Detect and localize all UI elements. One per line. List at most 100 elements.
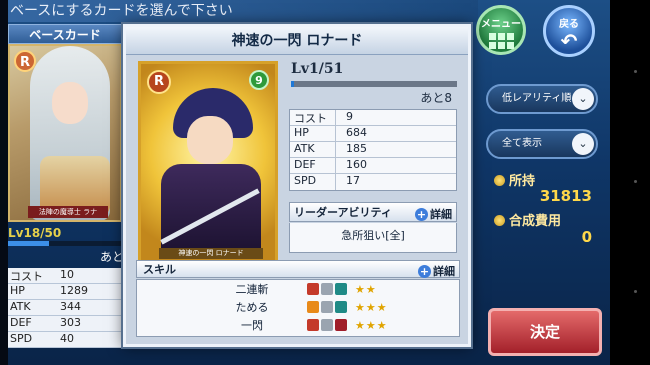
stat-label: コスト	[290, 110, 336, 125]
skill-name: 一閃	[241, 319, 263, 332]
stat-label: DEF	[290, 158, 336, 173]
gray-element-icon	[321, 283, 333, 295]
bezel-dot	[634, 70, 637, 73]
grid-icon	[479, 33, 523, 49]
stat-label: ATK	[290, 142, 336, 157]
leader-ability-title: リーダーアビリティ	[294, 206, 392, 219]
fire-icon	[307, 301, 319, 313]
chevron-down-icon: ⌄	[572, 133, 594, 155]
card-detail-modal[interactable]: 神速の一閃 ロナード R 9 神速の一閃 ロナード Lv1/51 あと8 コスト…	[123, 24, 471, 347]
card-nameplate: 神速の一閃 ロナード	[159, 248, 263, 259]
base-card-header: ベースカード	[8, 24, 122, 44]
coin-icon	[494, 215, 505, 226]
stat-value: 160	[346, 158, 367, 171]
back-arrow-icon: ↶	[560, 29, 578, 53]
owned-value: 31813	[539, 187, 592, 205]
base-stat-row: SPD 40	[8, 332, 122, 348]
stat-value: 10	[60, 268, 74, 281]
base-stat-row: HP 1289	[8, 284, 122, 300]
base-level-bar-fill	[8, 241, 50, 246]
owned-label-text: 所持	[509, 174, 536, 189]
base-stat-row: ATK 344	[8, 300, 122, 316]
base-card-face	[52, 82, 88, 124]
skills-title: スキル	[143, 263, 176, 276]
remain-text: あと8	[420, 91, 452, 105]
leader-ability-header: リーダーアビリティ + 詳細	[289, 202, 457, 222]
stat-label: HP	[290, 126, 336, 141]
base-stats-table: コスト 10 HP 1289 ATK 344 DEF 303 SPD 40	[8, 268, 122, 348]
screen-bezel-right	[610, 0, 650, 365]
teal-element-icon	[335, 283, 347, 295]
stat-value: 303	[60, 316, 81, 329]
bezel-dot	[634, 290, 637, 293]
bezel-dot	[634, 180, 637, 183]
filter-select[interactable]: 全て表示 ⌄	[486, 129, 598, 159]
plus-icon: +	[418, 265, 431, 278]
level-text: Lv1/51	[291, 61, 344, 77]
skill-row: 二連斬 ★★	[137, 280, 459, 298]
skills-detail-label: 詳細	[433, 265, 455, 278]
base-card-nameplate: 法陣の魔導士 ラナ	[28, 206, 108, 218]
fusion-cost-label: 合成費用	[494, 210, 561, 229]
chevron-down-icon: ⌄	[572, 88, 594, 110]
stat-label: コスト	[10, 270, 43, 283]
page-indicator	[300, 356, 321, 365]
back-button[interactable]: 戻る ↶	[543, 5, 595, 57]
card-title: 神速の一閃 ロナード	[126, 27, 468, 55]
sword-icon	[307, 319, 319, 331]
leader-detail-label: 詳細	[430, 208, 452, 221]
stat-row: ATK 185	[290, 142, 456, 158]
stat-value: 344	[60, 300, 81, 313]
skills-list: 二連斬 ★★ ためる ★★★ 一閃 ★★★	[136, 279, 460, 337]
instruction-text: ベースにするカードを選んで下さい	[8, 0, 478, 22]
base-card-image[interactable]: R 法陣の魔導士 ラナ	[8, 44, 122, 222]
back-label: 戻る	[559, 19, 579, 30]
skills-header: スキル + 詳細	[136, 260, 460, 278]
base-level-text: Lv18/50	[8, 226, 62, 240]
stat-value: 684	[346, 126, 367, 139]
filter-select-label: 全て表示	[502, 138, 542, 149]
stat-label: SPD	[290, 174, 336, 190]
stat-label: ATK	[10, 300, 31, 313]
card-artwork: R 9 神速の一閃 ロナード	[138, 61, 278, 263]
base-stat-row: コスト 10	[8, 268, 122, 284]
gray-element-icon	[321, 301, 333, 313]
stat-value: 17	[346, 174, 360, 187]
skill-row: ためる ★★★	[137, 298, 459, 316]
stat-label: HP	[10, 284, 25, 297]
skill-rating-stars: ★★★	[355, 318, 388, 332]
cost-badge: 9	[249, 70, 269, 90]
sort-select[interactable]: 低レアリティ順 ⌄	[486, 84, 598, 114]
stat-row: HP 684	[290, 126, 456, 142]
stat-value: 185	[346, 142, 367, 155]
skill-rating-stars: ★★★	[355, 300, 388, 314]
leader-ability-text: 急所狙い[全]	[289, 223, 457, 253]
stat-label: SPD	[10, 332, 33, 345]
base-level-bar	[8, 241, 122, 246]
leader-detail-button[interactable]: + 詳細	[415, 205, 452, 225]
sort-select-label: 低レアリティ順	[502, 93, 572, 104]
skill-name: ためる	[235, 301, 269, 314]
level-bar-fill	[291, 81, 295, 87]
menu-button[interactable]: メニュー	[476, 5, 526, 55]
base-stat-row: DEF 303	[8, 316, 122, 332]
gray-element-icon	[321, 319, 333, 331]
rarity-badge: R	[147, 70, 171, 94]
stat-value: 9	[346, 110, 353, 123]
red-element-icon	[335, 319, 347, 331]
skill-rating-stars: ★★	[355, 282, 377, 296]
skill-row: 一閃 ★★★	[137, 316, 459, 334]
stat-row: SPD 17	[290, 174, 456, 190]
teal-element-icon	[335, 301, 347, 313]
game-screen: ベースにするカードを選んで下さい ベースカード R 法陣の魔導士 ラナ Lv18…	[0, 0, 650, 365]
fusion-cost-label-text: 合成費用	[509, 214, 562, 229]
decide-button[interactable]: 決定	[488, 308, 602, 356]
plus-icon: +	[415, 208, 428, 221]
screen-bezel-left	[0, 0, 8, 365]
sword-icon	[307, 283, 319, 295]
stat-value: 1289	[60, 284, 88, 297]
coin-icon	[494, 175, 505, 186]
stats-table: コスト 9 HP 684 ATK 185 DEF 160 SPD 17	[289, 109, 457, 191]
stat-label: DEF	[10, 316, 32, 329]
card-face	[187, 116, 233, 164]
